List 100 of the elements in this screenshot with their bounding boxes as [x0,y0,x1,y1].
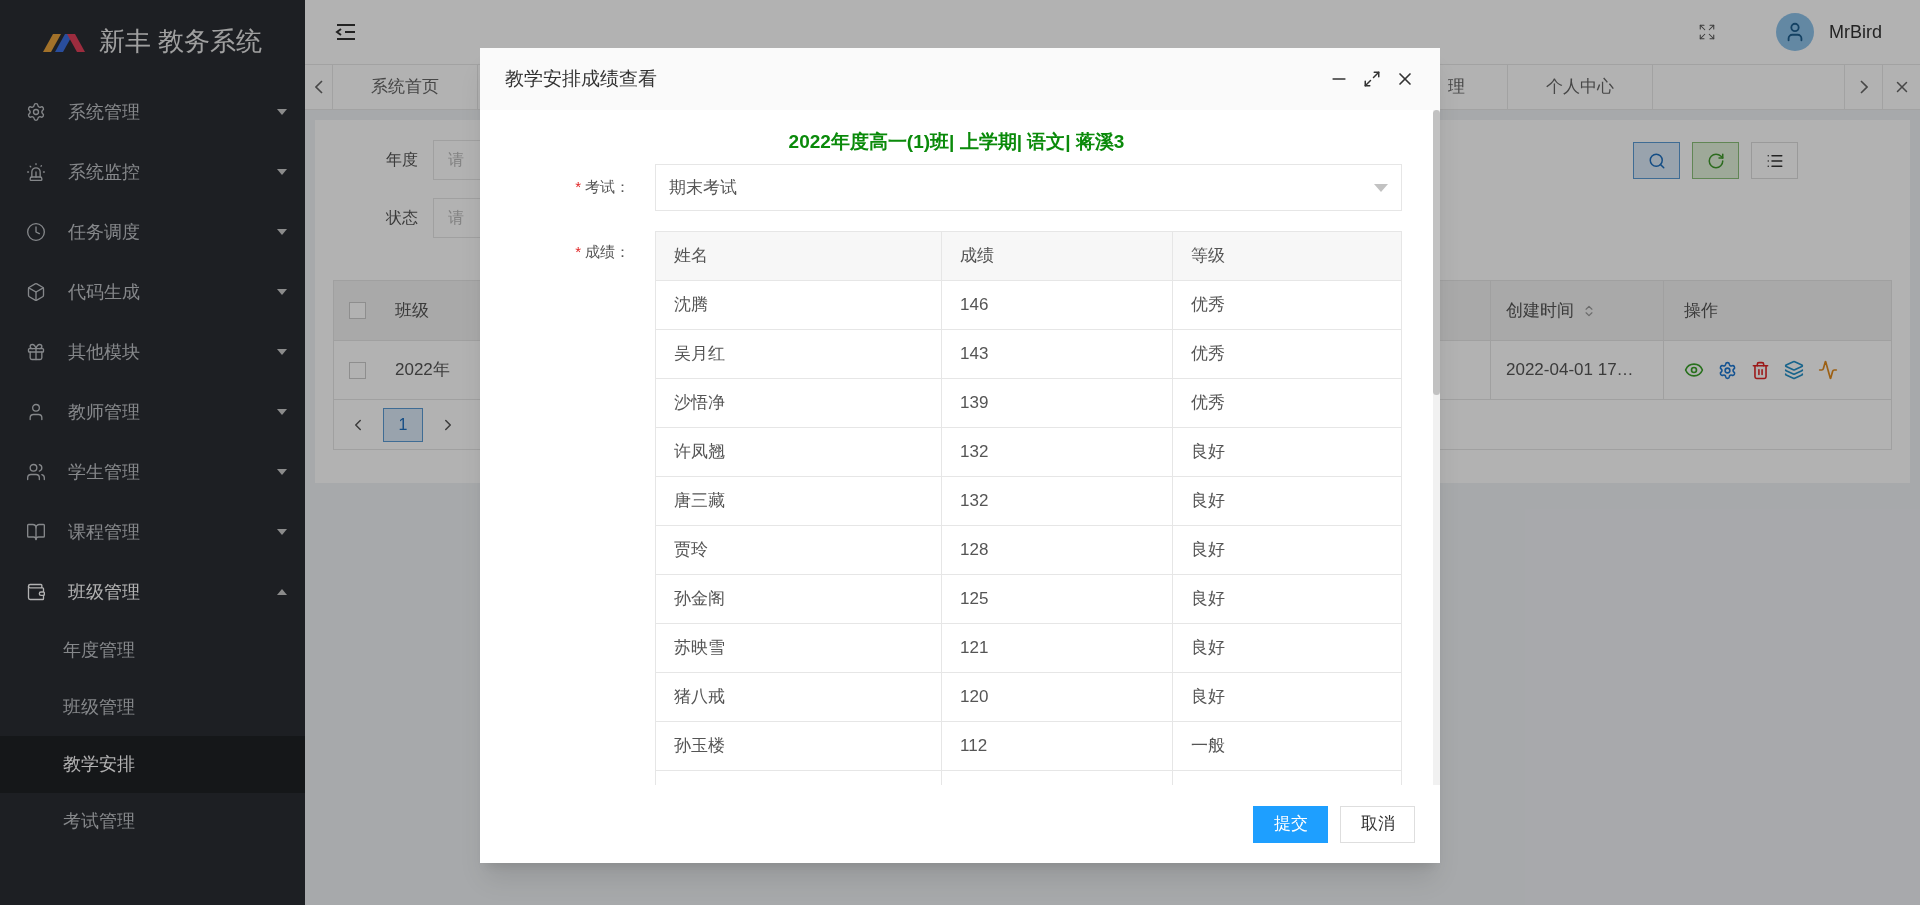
column-header: 姓名 [673,245,709,268]
maximize-icon[interactable] [1363,70,1381,88]
table-cell: 125 [941,575,1172,623]
submenu-item[interactable]: 年度管理 [0,622,305,679]
tab[interactable]: 系统首页 [333,65,478,109]
checkbox[interactable] [348,302,366,319]
wallet-icon [26,582,46,602]
select-field[interactable]: 期末考试 [655,164,1402,211]
menu-item[interactable]: 教师管理 [0,382,305,442]
menu-item[interactable]: 系统管理 [0,82,305,142]
refresh-button[interactable] [1692,142,1739,179]
dialog-heading: 2022年度高一(1)班| 上学期| 语文| 蒋溪3 [787,130,1126,154]
table-cell-text: 吴月红 [673,343,726,366]
table-cell-text: 沙悟净 [673,392,726,415]
menu-item[interactable]: 其他模块 [0,322,305,382]
table-cell: 优秀 [1172,330,1401,378]
submenu-item[interactable]: 教学安排 [0,736,305,793]
chevron-left-icon [314,80,323,94]
field-label: 状态 [385,208,419,228]
checkbox[interactable] [348,361,366,379]
table-cell: 146 [941,281,1172,329]
table-cell: 112 [941,722,1172,770]
chevron-right-icon [1859,80,1868,94]
table-cell-text: 孙金阁 [673,588,726,611]
delete-icon[interactable] [1751,360,1770,380]
page-button[interactable]: 1 [383,407,423,442]
table-cell: 121 [941,624,1172,672]
gift-icon [26,342,46,362]
table-cell-text: 孙玉楼 [673,735,726,758]
table-cell: 132 [941,428,1172,476]
table-cell: 良好 [1172,624,1401,672]
menu-item[interactable]: 学生管理 [0,442,305,502]
pulse-icon[interactable] [1818,360,1838,380]
column-header: 创建时间 [1506,299,1574,322]
caret-icon [277,229,287,235]
caret-icon [277,289,287,295]
table-cell: 143 [941,330,1172,378]
search-icon [1647,151,1666,170]
gear-icon[interactable] [1718,360,1737,380]
field-label: 成绩： [585,242,630,262]
table-cell: 139 [941,379,1172,427]
cancel-button[interactable]: 取消 [1340,805,1415,843]
menu-item[interactable]: 课程管理 [0,502,305,562]
menu-item[interactable]: 代码生成 [0,262,305,322]
required-mark: * [575,242,581,262]
table-cell: 128 [941,526,1172,574]
caret-icon [277,109,287,115]
table-cell: 120 [941,673,1172,721]
table-cell: 2022-04-01 17… [1490,341,1663,399]
caret-icon [277,409,287,415]
table-cell-text: 唐三藏 [673,490,726,513]
table-cell-text: 贾玲 [673,539,709,562]
tab[interactable]: 个人中心 [1508,65,1653,109]
caret-icon [277,169,287,175]
submenu-item[interactable]: 班级管理 [0,679,305,736]
table-cell-text: 猪八戒 [673,686,726,709]
table-cell: 优秀 [1172,379,1401,427]
table-cell: 良好 [1172,575,1401,623]
table-cell-text: 沈腾 [673,294,709,317]
fullscreen-icon[interactable] [1698,23,1716,41]
caret-icon [277,349,287,355]
caret-icon [277,469,287,475]
column-header: 班级 [395,300,429,320]
submit-button[interactable]: 提交 [1253,805,1328,843]
refresh-icon [1706,151,1725,170]
users-icon [26,462,46,482]
user-name[interactable]: MrBird [1829,18,1882,46]
column-header: 成绩 [941,232,1172,280]
app-title: 新丰 教务系统 [98,24,263,58]
alarm-icon [26,162,46,182]
table-cell: 132 [941,477,1172,525]
table-cell: 优秀 [1172,281,1401,329]
cube-icon [26,282,46,302]
clock-icon [26,222,46,242]
view-icon[interactable] [1684,360,1704,380]
search-button[interactable] [1633,142,1680,179]
menu-fold-icon[interactable] [335,23,357,41]
column-header: 操作 [1663,281,1891,340]
field-label: 考试： [585,177,630,198]
menu-item[interactable]: 系统监控 [0,142,305,202]
table-cell: 良好 [1172,526,1401,574]
gear-icon [26,102,46,122]
layers-icon[interactable] [1784,360,1804,380]
table-cell-text: 苏映雪 [673,637,726,660]
field-label: 年度 [385,150,419,170]
caret-icon [277,529,287,535]
book-icon [26,522,46,542]
table-cell: 2022年 [395,360,450,380]
table-cell: 一般 [1172,722,1401,770]
table-cell: 良好 [1172,477,1401,525]
table-cell: 良好 [1172,428,1401,476]
menu-item[interactable]: 任务调度 [0,202,305,262]
submenu-item[interactable]: 考试管理 [0,793,305,850]
column-header: 等级 [1172,232,1401,280]
columns-button[interactable] [1751,142,1798,179]
caret-icon [277,589,287,595]
menu-item[interactable]: 班级管理 [0,562,305,622]
table-cell-text: 许凤翘 [673,441,726,464]
required-mark: * [575,177,581,198]
avatar[interactable] [1776,13,1814,51]
